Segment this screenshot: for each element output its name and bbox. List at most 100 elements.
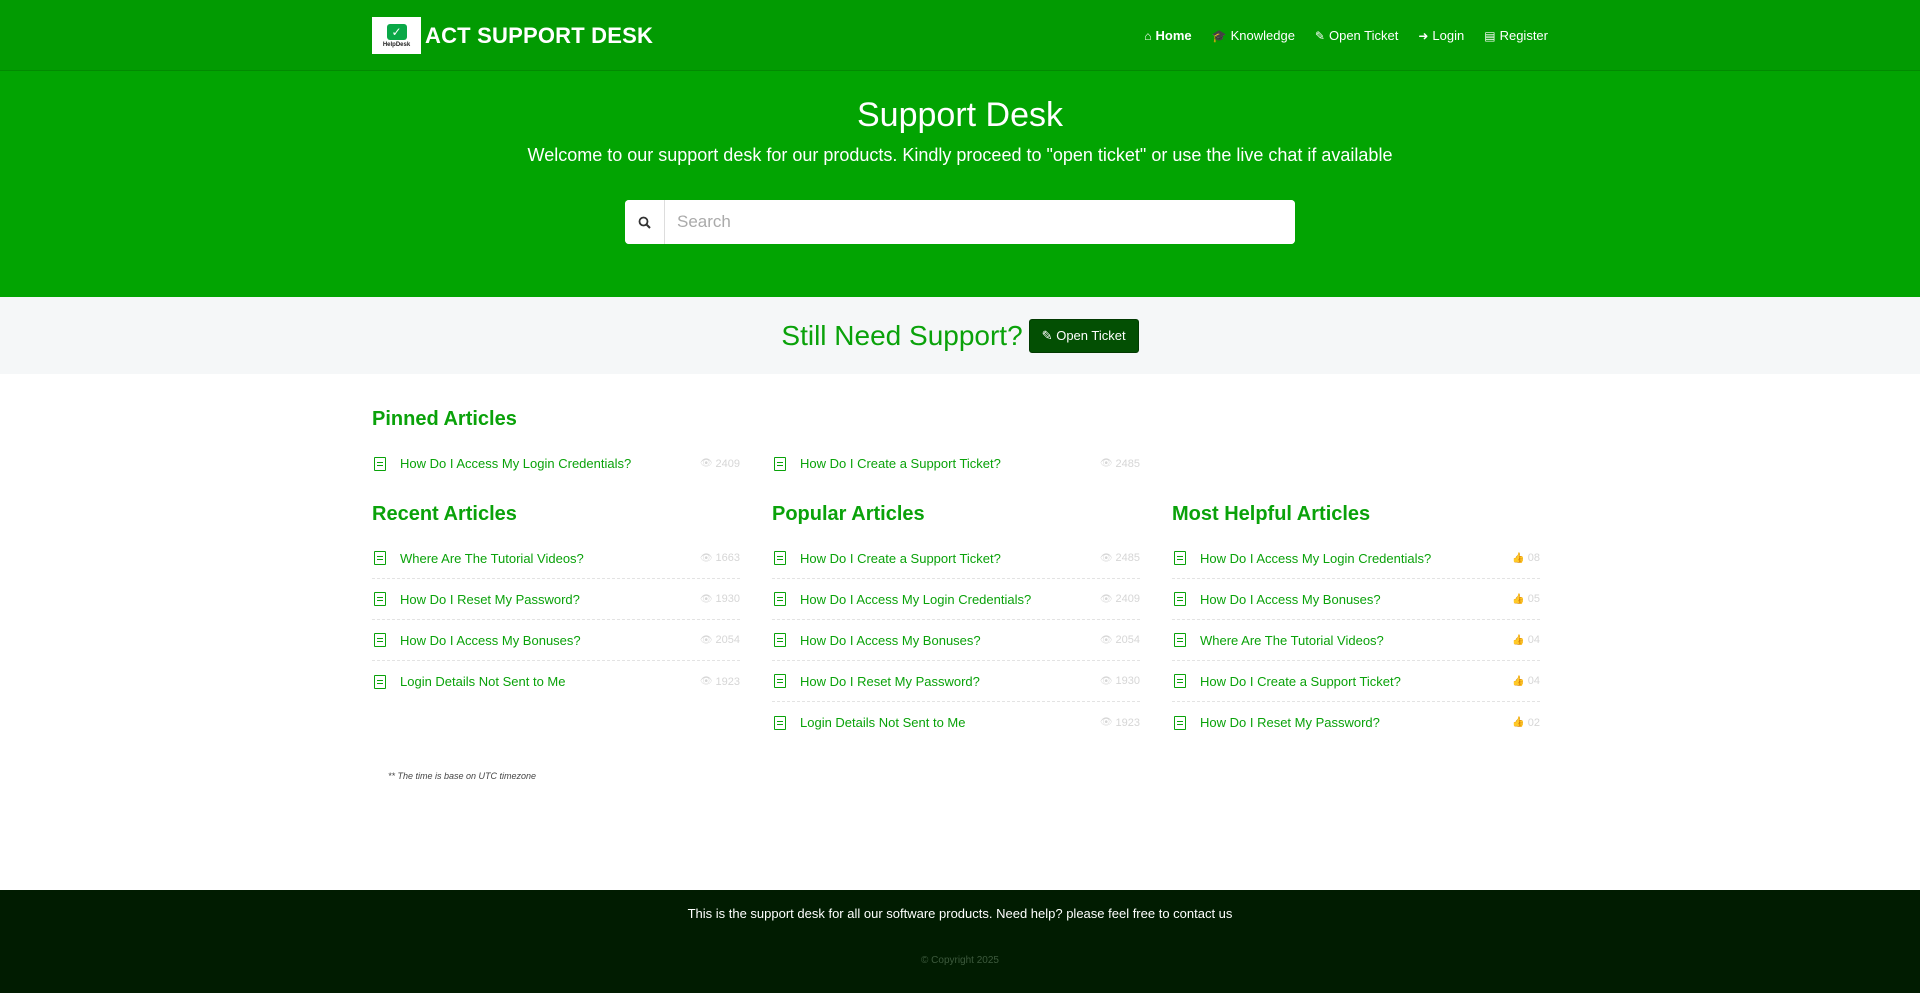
document-icon	[1174, 592, 1186, 606]
register-icon: ▤	[1484, 28, 1496, 43]
like-count-value: 08	[1527, 552, 1540, 564]
article-link[interactable]: How Do I Access My Bonuses?	[800, 633, 1100, 648]
nav-login[interactable]: ➜ Login	[1418, 28, 1464, 43]
list-item: How Do I Create a Support Ticket? 👁 2485	[772, 443, 1140, 484]
thumbs-up-icon: 👍	[1512, 675, 1525, 687]
nav-login-label: Login	[1432, 28, 1465, 43]
pinned-articles: How Do I Access My Login Credentials? 👁 2…	[372, 443, 1548, 484]
helpful-articles-title: Most Helpful Articles	[1172, 503, 1371, 525]
list-item: How Do I Access My Bonuses? 👁 2054	[772, 620, 1140, 661]
search-icon[interactable]	[625, 200, 665, 244]
eye-icon: 👁	[1099, 675, 1113, 687]
list-item: Login Details Not Sent to Me 👁 1923	[772, 702, 1140, 743]
document-icon	[774, 674, 786, 688]
hero-subtitle: Welcome to our support desk for our prod…	[527, 145, 1393, 165]
list-item: How Do I Access My Bonuses? 👁 2054	[372, 620, 740, 661]
list-item: How Do I Access My Login Credentials? 👁 2…	[372, 443, 740, 484]
view-count: 👁 2485	[1100, 458, 1140, 470]
article-link[interactable]: How Do I Reset My Password?	[800, 674, 1100, 689]
view-count-value: 1930	[715, 593, 740, 605]
articles-content: Pinned Articles How Do I Access My Login…	[372, 374, 1548, 781]
list-item: Login Details Not Sent to Me 👁 1923	[372, 661, 740, 702]
ticket-icon: ✎	[1041, 327, 1053, 343]
article-link[interactable]: How Do I Create a Support Ticket?	[800, 551, 1100, 566]
logo[interactable]: ✓ HelpDesk	[372, 17, 421, 54]
nav-open-ticket[interactable]: ✎ Open Ticket	[1315, 28, 1398, 43]
article-link[interactable]: How Do I Access My Bonuses?	[1200, 592, 1512, 607]
document-icon	[774, 551, 786, 565]
eye-icon: 👁	[1099, 593, 1113, 605]
recent-articles-title: Recent Articles	[372, 503, 517, 525]
hero: Support Desk Welcome to our support desk…	[0, 71, 1920, 297]
nav-knowledge[interactable]: 🎓 Knowledge	[1212, 28, 1295, 43]
document-icon	[374, 551, 386, 565]
like-count: 👍 04	[1512, 634, 1540, 646]
article-link[interactable]: Login Details Not Sent to Me	[400, 674, 700, 689]
view-count-value: 1663	[715, 552, 740, 564]
article-link[interactable]: How Do I Access My Bonuses?	[400, 633, 700, 648]
list-item: How Do I Access My Login Credentials? 👍 0…	[1172, 538, 1540, 579]
document-icon	[1174, 551, 1186, 565]
brand-name[interactable]: ACT SUPPORT DESK	[425, 23, 653, 49]
document-icon	[774, 456, 786, 471]
helpful-articles: Most Helpful Articles How Do I Access My…	[1172, 503, 1540, 743]
like-count-value: 04	[1527, 634, 1540, 646]
article-link[interactable]: Login Details Not Sent to Me	[800, 715, 1100, 730]
document-icon	[374, 456, 386, 471]
logo-text: HelpDesk	[382, 41, 411, 48]
view-count-value: 1930	[1115, 675, 1140, 687]
like-count: 👍 08	[1512, 552, 1540, 564]
view-count-value: 2054	[1115, 634, 1140, 646]
document-icon	[374, 674, 386, 689]
eye-icon: 👁	[1099, 717, 1113, 728]
article-link[interactable]: Where Are The Tutorial Videos?	[1200, 633, 1512, 648]
view-count-value: 2485	[1115, 552, 1140, 564]
copyright: © Copyright 2025	[921, 955, 999, 966]
document-icon	[774, 715, 786, 730]
article-link[interactable]: How Do I Access My Login Credentials?	[400, 456, 700, 471]
navbar-inner: ✓ HelpDesk ACT SUPPORT DESK ⌂ Home 🎓 Kno…	[372, 0, 1548, 71]
like-count: 👍 02	[1512, 717, 1540, 729]
brand[interactable]: ✓ HelpDesk ACT SUPPORT DESK	[372, 17, 653, 54]
graduation-cap-icon: 🎓	[1211, 28, 1227, 43]
article-link[interactable]: How Do I Reset My Password?	[400, 592, 700, 607]
article-link[interactable]: How Do I Create a Support Ticket?	[1200, 674, 1512, 689]
list-item: Where Are The Tutorial Videos? 👍 04	[1172, 620, 1540, 661]
page-title: Support Desk	[857, 96, 1063, 134]
pinned-col-2: How Do I Create a Support Ticket? 👁 2485	[772, 443, 1140, 484]
article-link[interactable]: How Do I Reset My Password?	[1200, 715, 1512, 730]
document-icon	[774, 592, 786, 606]
view-count: 👁 1930	[1100, 675, 1140, 687]
thumbs-up-icon: 👍	[1512, 634, 1525, 646]
nav-home[interactable]: ⌂ Home	[1144, 28, 1191, 43]
ticket-icon: ✎	[1314, 28, 1325, 43]
view-count: 👁 2409	[700, 458, 740, 470]
footer: This is the support desk for all our sof…	[0, 890, 1920, 993]
search-box	[625, 200, 1295, 244]
nav-register[interactable]: ▤ Register	[1484, 28, 1548, 43]
nav-register-label: Register	[1499, 28, 1548, 43]
navbar: ✓ HelpDesk ACT SUPPORT DESK ⌂ Home 🎓 Kno…	[0, 0, 1920, 71]
eye-icon: 👁	[699, 676, 713, 687]
like-count-value: 05	[1527, 593, 1540, 605]
thumbs-up-icon: 👍	[1512, 552, 1525, 564]
article-link[interactable]: How Do I Create a Support Ticket?	[800, 456, 1100, 471]
pinned-articles-title: Pinned Articles	[372, 408, 517, 430]
support-band: Still Need Support? ✎ Open Ticket	[0, 297, 1920, 374]
open-ticket-button[interactable]: ✎ Open Ticket	[1028, 318, 1139, 353]
view-count: 👁 1663	[700, 552, 740, 564]
eye-icon: 👁	[699, 634, 713, 646]
list-item: Where Are The Tutorial Videos? 👁 1663	[372, 538, 740, 579]
home-icon: ⌂	[1144, 28, 1152, 43]
document-icon	[374, 592, 386, 606]
view-count: 👁 2409	[1100, 593, 1140, 605]
view-count: 👁 2054	[1100, 634, 1140, 646]
search-input[interactable]	[665, 200, 1295, 244]
article-link[interactable]: Where Are The Tutorial Videos?	[400, 551, 700, 566]
thumbs-up-icon: 👍	[1512, 593, 1525, 605]
article-link[interactable]: How Do I Access My Login Credentials?	[1200, 551, 1512, 566]
view-count-value: 2409	[1115, 593, 1140, 605]
article-link[interactable]: How Do I Access My Login Credentials?	[800, 592, 1100, 607]
article-columns: Recent Articles Where Are The Tutorial V…	[372, 503, 1548, 743]
document-icon	[1174, 633, 1186, 647]
